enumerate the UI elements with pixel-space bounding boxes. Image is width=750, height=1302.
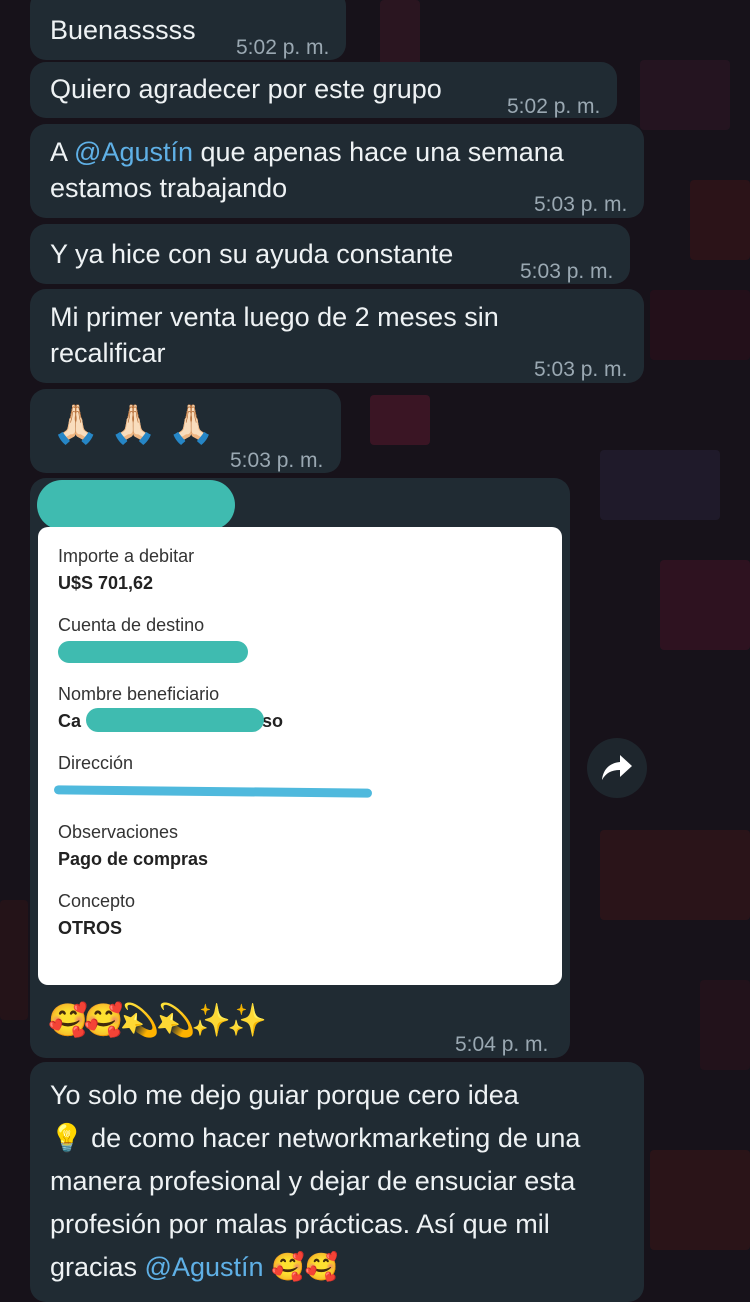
message-timestamp: 5:03 p. m. <box>534 358 628 381</box>
redaction-mark <box>86 708 264 732</box>
message-text: Mi primer venta luego de 2 meses sin rec… <box>50 302 499 368</box>
receipt-field: Importe a debitar U$S 701,62 <box>58 546 194 594</box>
message-text: Y ya hice con su ayuda constante <box>50 239 454 269</box>
field-value: OTROS <box>58 918 123 938</box>
message-timestamp: 5:03 p. m. <box>534 193 628 216</box>
field-label: Concepto <box>58 891 136 911</box>
message-text: Yo solo me dejo guiar porque cero idea 💡… <box>50 1080 581 1282</box>
forward-button[interactable] <box>587 738 647 798</box>
transfer-receipt-image[interactable]: Importe a debitar U$S 701,62 Cuenta de d… <box>38 527 562 985</box>
redacted-sender-name <box>37 480 235 530</box>
smiling-hearts-emoji: 🥰🥰 <box>263 1252 339 1282</box>
message-timestamp: 5:02 p. m. <box>236 36 330 59</box>
field-value: Pago de compras <box>58 849 209 869</box>
message-text: Quiero agradecer por este grupo <box>50 74 442 104</box>
field-label: Nombre beneficiario <box>58 684 220 704</box>
message-bubble[interactable]: Yo solo me dejo guiar porque cero idea 💡… <box>30 1062 644 1302</box>
message-bubble[interactable]: 🙏🏻 🙏🏻 🙏🏻 5:03 p. m. <box>30 389 341 473</box>
message-bubble[interactable]: Buenasssss 5:02 p. m. <box>30 0 346 60</box>
receipt-field: Dirección <box>58 753 133 780</box>
message-timestamp: 5:04 p. m. <box>455 1033 549 1056</box>
message-timestamp: 5:03 p. m. <box>230 449 324 472</box>
receipt-field: Concepto OTROS <box>58 891 135 939</box>
caption-emoji: 🥰🥰💫💫✨✨ <box>48 1002 267 1038</box>
redaction-mark <box>53 785 373 798</box>
message-timestamp: 5:03 p. m. <box>520 260 614 283</box>
message-timestamp: 5:02 p. m. <box>507 95 601 118</box>
redaction-mark <box>58 641 248 663</box>
field-label: Dirección <box>58 753 134 773</box>
message-list[interactable]: Buenasssss 5:02 p. m. Quiero agradecer p… <box>0 0 750 1302</box>
praying-hands-emoji: 🙏🏻 🙏🏻 🙏🏻 <box>52 404 216 446</box>
user-mention[interactable]: @Agustín <box>145 1252 264 1282</box>
light-bulb-emoji: 💡 <box>50 1123 84 1153</box>
message-text: Buenasssss <box>50 15 196 45</box>
receipt-field: Observaciones Pago de compras <box>58 822 208 870</box>
user-mention[interactable]: @Agustín <box>74 137 193 167</box>
field-label: Cuenta de destino <box>58 615 205 635</box>
message-bubble[interactable]: Mi primer venta luego de 2 meses sin rec… <box>30 289 644 383</box>
message-bubble[interactable]: Quiero agradecer por este grupo 5:02 p. … <box>30 62 617 118</box>
field-label: Importe a debitar <box>58 546 195 566</box>
message-bubble[interactable]: Y ya hice con su ayuda constante 5:03 p.… <box>30 224 630 284</box>
message-bubble[interactable]: A @Agustín que apenas hace una semana es… <box>30 124 644 218</box>
field-value: U$S 701,62 <box>58 573 154 593</box>
share-arrow-icon <box>602 755 632 780</box>
field-label: Observaciones <box>58 822 179 842</box>
